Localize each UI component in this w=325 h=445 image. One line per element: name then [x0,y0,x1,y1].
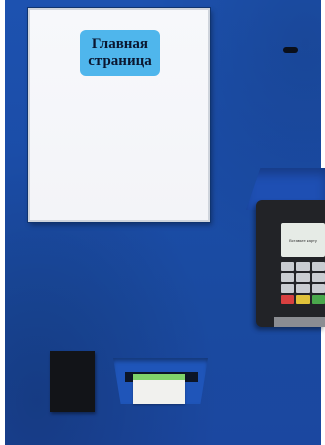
keypad-key[interactable] [296,273,310,282]
keypad-cancel-key[interactable] [281,295,295,304]
keypad-key[interactable] [311,273,325,282]
printed-receipt[interactable] [133,374,185,404]
payment-terminal[interactable]: Вставьте карту [256,200,325,327]
card-reader-slot [283,47,298,53]
keypad-key[interactable] [281,284,295,293]
keypad-key[interactable] [281,273,295,282]
keypad-key[interactable] [296,284,310,293]
keypad-clear-key[interactable] [296,295,310,304]
display-screen: Главная страница [30,10,208,220]
home-page-button[interactable]: Главная страница [80,30,160,76]
terminal-screen: Вставьте карту [281,223,325,257]
dark-vent-panel [50,351,95,412]
terminal-keypad[interactable] [281,262,325,304]
keypad-key[interactable] [311,262,325,271]
receipt-stripe [133,374,185,380]
kiosk-photo: Главная страница Вставьте карту [0,0,325,445]
keypad-enter-key[interactable] [311,295,325,304]
keypad-key[interactable] [281,262,295,271]
keypad-key[interactable] [311,284,325,293]
kiosk-display: Главная страница [28,8,210,222]
keypad-key[interactable] [296,262,310,271]
terminal-card-slot [274,317,325,327]
